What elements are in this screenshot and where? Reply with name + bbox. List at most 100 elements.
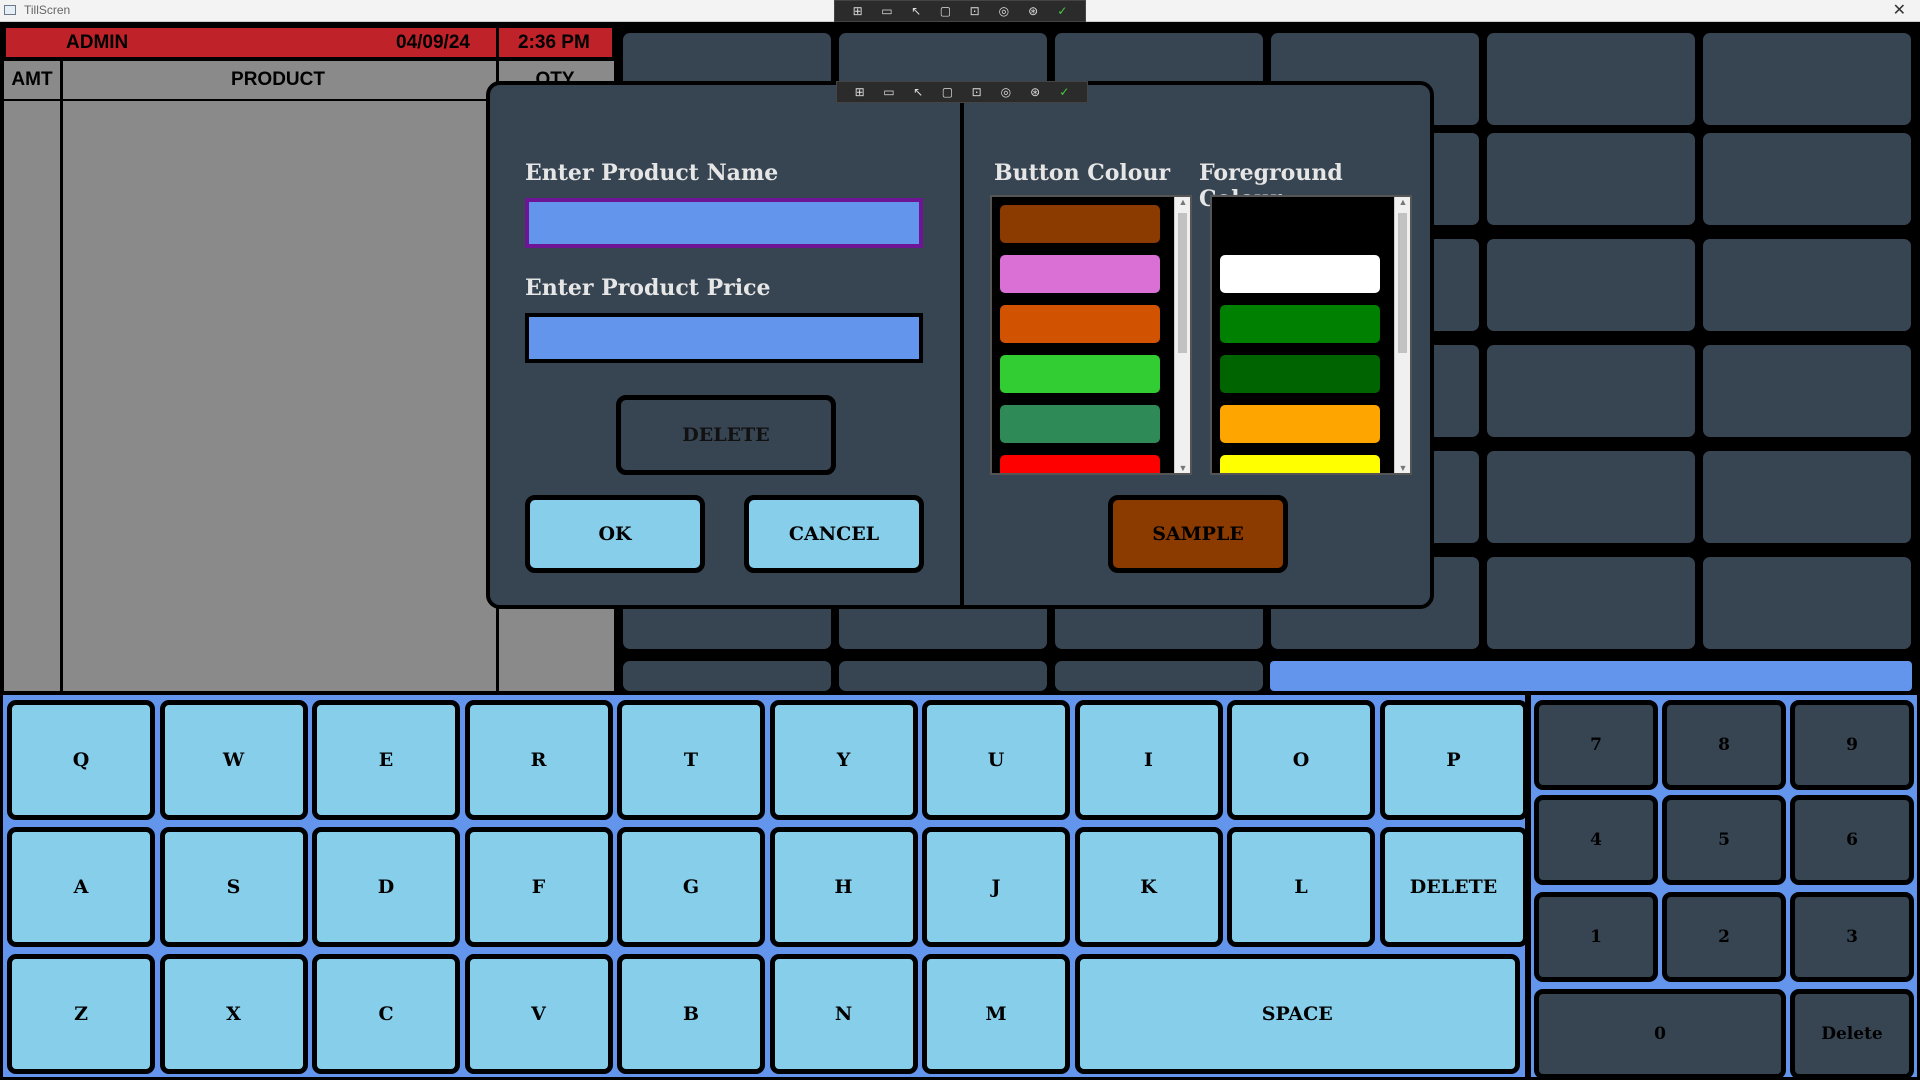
key-g[interactable]: G (617, 827, 765, 947)
devtools-icon[interactable]: ⊛ (1025, 4, 1041, 18)
product-price-field[interactable] (525, 313, 923, 363)
key-delete[interactable]: DELETE (1379, 827, 1528, 947)
delete-product-label: DELETE (682, 424, 770, 446)
key-o[interactable]: O (1227, 700, 1375, 820)
button-colour-scrollbar[interactable]: ▲ ▼ (1174, 197, 1190, 473)
key-b[interactable]: B (617, 954, 765, 1074)
foreground-colour-swatch[interactable] (1218, 253, 1382, 295)
product-tile[interactable] (1703, 557, 1911, 649)
foreground-colour-scrollbar[interactable]: ▲ ▼ (1394, 197, 1410, 473)
button-colour-swatch[interactable] (998, 303, 1162, 345)
button-colour-list[interactable]: ▲ ▼ (990, 195, 1192, 475)
numpad-key-8[interactable]: 8 (1662, 700, 1786, 790)
foreground-colour-swatch[interactable] (1218, 403, 1382, 445)
user-name: ADMIN (66, 31, 129, 53)
product-price-input[interactable] (529, 317, 919, 359)
devtools-icon[interactable]: ⊡ (969, 85, 985, 99)
foreground-colour-swatch[interactable] (1218, 303, 1382, 345)
numpad-delete[interactable]: Delete (1790, 989, 1914, 1079)
product-tile[interactable] (839, 661, 1047, 691)
key-f[interactable]: F (464, 827, 613, 947)
numpad-key-4[interactable]: 4 (1534, 795, 1658, 885)
foreground-colour-list[interactable]: ▲ ▼ (1210, 195, 1412, 475)
button-colour-swatch[interactable] (998, 203, 1162, 245)
product-name-field[interactable] (525, 198, 923, 248)
key-j[interactable]: J (922, 827, 1070, 947)
product-tile[interactable] (1487, 239, 1695, 331)
product-tile[interactable] (1487, 33, 1695, 125)
key-s[interactable]: S (159, 827, 308, 947)
key-u[interactable]: U (922, 700, 1070, 820)
devtools-icon[interactable]: ▢ (939, 85, 955, 99)
edit-product-dialog: ⊞ ▭ ↖ ▢ ⊡ ◎ ⊛ ✓ Enter Product Name Enter Produc… (486, 81, 1434, 609)
cancel-button[interactable]: CANCEL (744, 495, 924, 573)
cancel-label: CANCEL (788, 523, 880, 545)
key-z[interactable]: Z (7, 954, 155, 1074)
devtools-icon[interactable]: ▭ (881, 85, 897, 99)
key-t[interactable]: T (617, 700, 765, 820)
foreground-colour-swatch[interactable] (1218, 353, 1382, 395)
numpad-key-7[interactable]: 7 (1534, 700, 1658, 790)
key-a[interactable]: A (7, 827, 155, 947)
product-tile[interactable] (1703, 345, 1911, 437)
product-tile[interactable] (1703, 451, 1911, 543)
key-x[interactable]: X (159, 954, 308, 1074)
key-i[interactable]: I (1074, 700, 1223, 820)
key-m[interactable]: M (922, 954, 1070, 1074)
devtools-icon[interactable]: ⊞ (850, 4, 866, 18)
devtools-icon[interactable]: ↖ (908, 4, 924, 18)
sample-button[interactable]: SAMPLE (1108, 495, 1288, 573)
devtools-icon[interactable]: ✓ (1056, 85, 1072, 99)
product-tile[interactable] (1703, 239, 1911, 331)
key-h[interactable]: H (769, 827, 918, 947)
key-l[interactable]: L (1227, 827, 1375, 947)
key-k[interactable]: K (1074, 827, 1223, 947)
button-colour-swatch[interactable] (998, 403, 1162, 445)
devtools-icon[interactable]: ⊛ (1027, 85, 1043, 99)
devtools-icon[interactable]: ◎ (996, 4, 1012, 18)
key-v[interactable]: V (464, 954, 613, 1074)
key-r[interactable]: R (464, 700, 613, 820)
key-p[interactable]: P (1379, 700, 1528, 820)
numpad-key-0[interactable]: 0 (1534, 989, 1786, 1079)
numpad-key-3[interactable]: 3 (1790, 892, 1914, 982)
key-q[interactable]: Q (7, 700, 155, 820)
product-tile[interactable] (1703, 33, 1911, 125)
devtools-icon[interactable]: ✓ (1054, 4, 1070, 18)
button-colour-swatch[interactable] (998, 253, 1162, 295)
numpad-key-2[interactable]: 2 (1662, 892, 1786, 982)
product-tile[interactable] (1487, 451, 1695, 543)
foreground-colour-swatch[interactable] (1218, 453, 1382, 473)
numpad-key-1[interactable]: 1 (1534, 892, 1658, 982)
product-name-input[interactable] (529, 202, 919, 244)
key-d[interactable]: D (312, 827, 460, 947)
close-icon[interactable]: ✕ (1893, 0, 1906, 20)
product-tile[interactable] (1055, 661, 1263, 691)
product-tile[interactable] (1487, 133, 1695, 225)
numpad-key-9[interactable]: 9 (1790, 700, 1914, 790)
numpad-key-6[interactable]: 6 (1790, 795, 1914, 885)
sample-label: SAMPLE (1152, 523, 1244, 545)
delete-product-button[interactable]: DELETE (616, 395, 836, 475)
devtools-icon[interactable]: ⊞ (852, 85, 868, 99)
foreground-colour-swatch[interactable] (1218, 203, 1382, 245)
devtools-icon[interactable]: ◎ (998, 85, 1014, 99)
key-e[interactable]: E (312, 700, 460, 820)
key-n[interactable]: N (769, 954, 918, 1074)
product-tile[interactable] (1487, 557, 1695, 649)
button-colour-swatch[interactable] (998, 353, 1162, 395)
key-y[interactable]: Y (769, 700, 918, 820)
product-tile[interactable] (1487, 345, 1695, 437)
key-c[interactable]: C (312, 954, 460, 1074)
devtools-icon[interactable]: ↖ (910, 85, 926, 99)
button-colour-swatch[interactable] (998, 453, 1162, 473)
devtools-icon[interactable]: ▢ (937, 4, 953, 18)
product-tile[interactable] (1703, 133, 1911, 225)
key-space[interactable]: SPACE (1074, 954, 1520, 1074)
devtools-icon[interactable]: ▭ (879, 4, 895, 18)
key-w[interactable]: W (159, 700, 308, 820)
ok-button[interactable]: OK (525, 495, 705, 573)
numpad-key-5[interactable]: 5 (1662, 795, 1786, 885)
product-tile[interactable] (623, 661, 831, 691)
devtools-icon[interactable]: ⊡ (967, 4, 983, 18)
